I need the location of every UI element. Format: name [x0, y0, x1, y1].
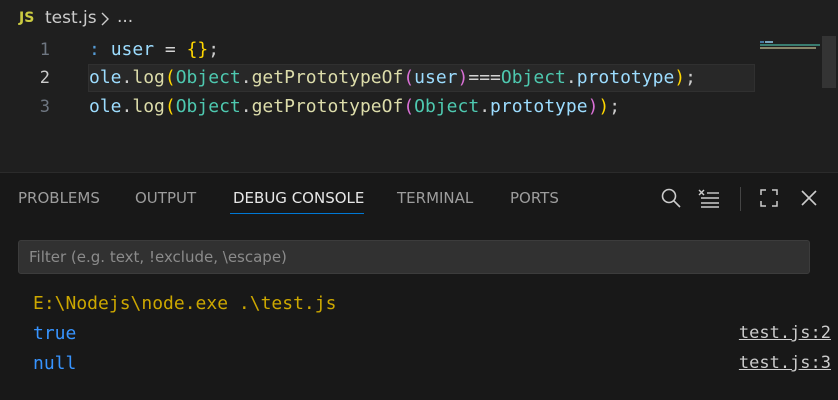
- breadcrumb-file[interactable]: test.js: [45, 8, 97, 28]
- code-token: .: [240, 96, 252, 117]
- code-token: .: [565, 67, 577, 88]
- code-token: }: [197, 39, 209, 60]
- tab-terminal[interactable]: TERMINAL: [397, 189, 473, 207]
- code-token: (: [164, 67, 176, 88]
- filter-input[interactable]: [19, 241, 809, 273]
- breadcrumb-ellipsis[interactable]: ...: [117, 7, 133, 27]
- code-token: getPrototypeOf: [251, 67, 404, 88]
- line-number: 2: [39, 68, 50, 88]
- code-token: prototype: [490, 96, 588, 117]
- tab-debug-console[interactable]: DEBUG CONSOLE: [233, 189, 364, 207]
- code-token: ): [674, 67, 686, 88]
- chevron-right-icon: [100, 11, 110, 30]
- code-token: .: [479, 96, 491, 117]
- code-token: getPrototypeOf: [251, 96, 404, 117]
- minimap[interactable]: [760, 36, 822, 49]
- code-token: ;: [208, 39, 220, 60]
- code-token: user: [414, 67, 458, 88]
- code-token: ): [587, 96, 599, 117]
- line-number: 3: [39, 97, 50, 117]
- code-line-current[interactable]: 2 ole.log(Object.getPrototypeOf(user)===…: [0, 64, 838, 92]
- code-token: Object: [500, 67, 566, 88]
- code-token: ole: [89, 67, 122, 88]
- code-token: ): [598, 96, 610, 117]
- search-icon[interactable]: [660, 187, 682, 209]
- tab-problems[interactable]: PROBLEMS: [18, 189, 100, 207]
- code-token: Object: [175, 67, 241, 88]
- code-token: prototype: [576, 67, 675, 88]
- source-link[interactable]: test.js:3: [739, 353, 831, 373]
- vscode-window: JS test.js ... 1 : user = {}; 2 ole.log(…: [0, 0, 838, 400]
- code-token: user: [110, 39, 155, 60]
- code-token: {: [186, 39, 198, 60]
- code-token: Object: [175, 96, 241, 117]
- code-token: log: [132, 67, 165, 88]
- code-token: .: [121, 67, 133, 88]
- code-token: ole: [89, 96, 122, 117]
- toolbar-separator: [740, 187, 741, 211]
- code-line[interactable]: 3 ole.log(Object.getPrototypeOf(Object.p…: [0, 93, 838, 121]
- code-token: .: [240, 67, 252, 88]
- code-editor[interactable]: 1 : user = {}; 2 ole.log(Object.getProto…: [0, 36, 838, 166]
- tab-ports[interactable]: PORTS: [510, 189, 559, 207]
- code-text[interactable]: ole.log(Object.getPrototypeOf(user)===Ob…: [89, 64, 696, 92]
- code-line[interactable]: 1 : user = {};: [0, 36, 838, 64]
- code-token: ===: [468, 67, 501, 88]
- filter-box: [18, 240, 810, 274]
- code-text[interactable]: ole.log(Object.getPrototypeOf(Object.pro…: [89, 93, 620, 121]
- console-output-line: E:\Nodejs\node.exe .\test.js: [33, 293, 337, 314]
- console-output-line: null: [33, 353, 77, 374]
- code-token: .: [121, 96, 133, 117]
- code-token: :: [89, 39, 111, 60]
- breadcrumb: JS test.js ...: [0, 0, 838, 36]
- close-icon[interactable]: [798, 187, 820, 209]
- code-token: ;: [609, 96, 621, 117]
- tab-output[interactable]: OUTPUT: [135, 189, 196, 207]
- code-token: ): [457, 67, 469, 88]
- code-token: (: [164, 96, 176, 117]
- bottom-panel: PROBLEMS OUTPUT DEBUG CONSOLE TERMINAL P…: [0, 172, 838, 400]
- active-tab-indicator: [230, 213, 364, 214]
- maximize-panel-icon[interactable]: [758, 187, 780, 209]
- clear-console-icon[interactable]: [698, 187, 720, 209]
- code-token: ;: [685, 67, 696, 88]
- javascript-file-icon: JS: [19, 10, 35, 26]
- code-token: log: [132, 96, 165, 117]
- code-text[interactable]: : user = {};: [89, 36, 219, 64]
- code-token: =: [154, 39, 187, 60]
- code-token: Object: [414, 96, 480, 117]
- code-token: (: [403, 96, 415, 117]
- line-number: 1: [39, 40, 50, 60]
- console-output-line: true: [33, 323, 77, 344]
- code-token: (: [403, 67, 415, 88]
- source-link[interactable]: test.js:2: [739, 323, 831, 343]
- editor-scrollbar[interactable]: [822, 36, 836, 88]
